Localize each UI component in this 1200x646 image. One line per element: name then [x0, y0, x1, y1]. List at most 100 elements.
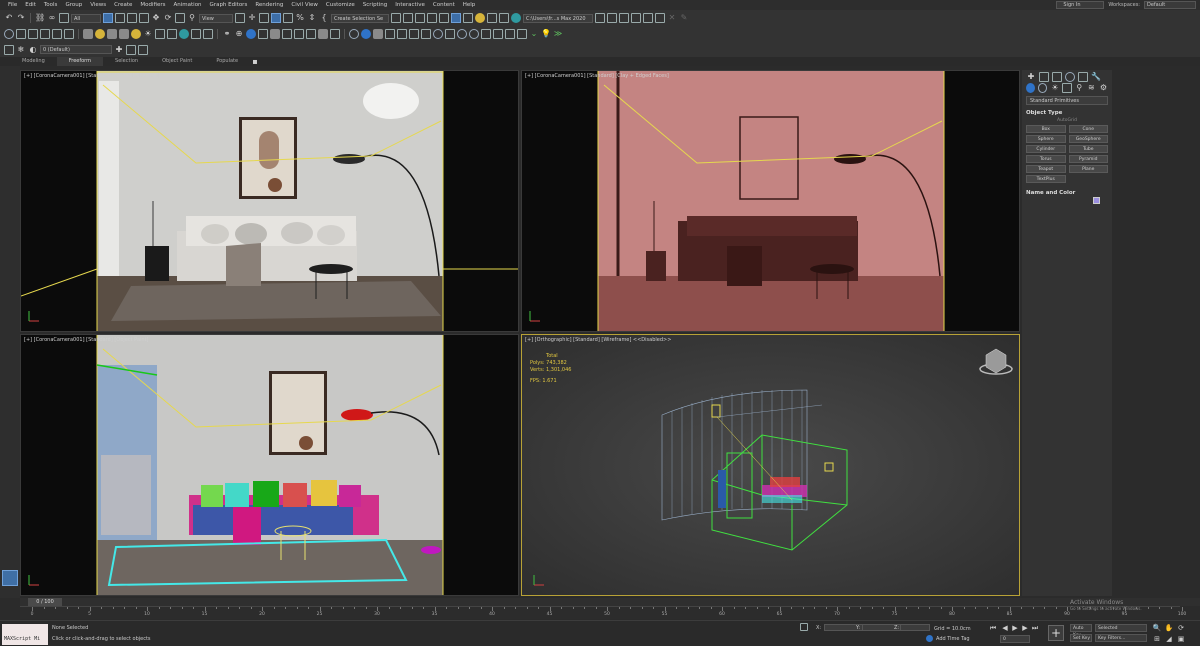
vfb-icon[interactable]: [385, 29, 395, 39]
decal-icon[interactable]: [191, 29, 201, 39]
z-coordinate-field[interactable]: [900, 624, 930, 631]
key-selection-dropdown[interactable]: Selected: [1095, 624, 1147, 632]
cameras-icon[interactable]: [1062, 83, 1072, 93]
current-frame-field[interactable]: 0: [1000, 635, 1030, 643]
menu-modifiers[interactable]: Modifiers: [136, 2, 169, 8]
viewport-bottom-left[interactable]: [+] [CoronaCamera001] [Standard] [Object…: [20, 334, 519, 596]
lights-icon[interactable]: ☀: [1050, 83, 1059, 93]
pan-icon[interactable]: ✋: [1164, 623, 1174, 633]
timeline-ruler[interactable]: 0 5 10 15 20 25 30 35 40 45 50 55 60 65 70 75 80 85 90 95 10…: [20, 606, 1186, 619]
schematic-view-icon[interactable]: [463, 13, 473, 23]
tab-selection[interactable]: Selection: [103, 57, 150, 66]
tube-button[interactable]: Tube: [1068, 145, 1108, 153]
converter-2-icon[interactable]: [445, 29, 455, 39]
blend-icon[interactable]: [318, 29, 328, 39]
systems-icon[interactable]: ⚙: [1099, 83, 1108, 93]
zoom-all-icon[interactable]: ⊞: [1152, 634, 1162, 644]
crop-icon[interactable]: [505, 29, 515, 39]
disabled-tool-icon[interactable]: ✎: [679, 13, 689, 23]
undo-icon[interactable]: ↶: [4, 13, 14, 23]
lightmix-icon[interactable]: [397, 29, 407, 39]
motion-tab-icon[interactable]: [1065, 72, 1075, 82]
hide-icon[interactable]: ◐: [28, 45, 38, 55]
viewport-layout-icon[interactable]: [2, 570, 18, 586]
denoise-icon[interactable]: [373, 29, 383, 39]
menu-scripting[interactable]: Scripting: [359, 2, 391, 8]
menu-group[interactable]: Group: [61, 2, 86, 8]
menu-content[interactable]: Content: [429, 2, 459, 8]
window-crossing-icon[interactable]: [139, 13, 149, 23]
menu-customize[interactable]: Customize: [322, 2, 359, 8]
cylinder-button[interactable]: Cylinder: [1026, 145, 1066, 153]
open-file-icon[interactable]: [619, 13, 629, 23]
set-current-layer-icon[interactable]: [138, 44, 148, 55]
geometry-icon[interactable]: [1026, 83, 1036, 93]
sync-icon[interactable]: [631, 13, 641, 23]
torus-button[interactable]: Torus: [1026, 155, 1066, 163]
link-icon[interactable]: ⛓: [35, 13, 45, 23]
goto-end-icon[interactable]: ⏭: [1030, 623, 1040, 633]
current-layer-dropdown[interactable]: 0 (Default): [40, 45, 112, 54]
rendered-frame-window-icon[interactable]: [499, 13, 509, 23]
extra-tools-icon[interactable]: ✕: [667, 13, 677, 23]
frame-tool-icon[interactable]: [40, 29, 50, 39]
render-production-icon[interactable]: [511, 13, 521, 23]
set-key-button[interactable]: Set Key: [1070, 634, 1092, 642]
camera-icon[interactable]: [155, 29, 165, 39]
mesh-tool-icon[interactable]: [270, 29, 280, 39]
sphere-tool-icon[interactable]: [4, 29, 14, 39]
select-in-layer-icon[interactable]: [126, 44, 136, 55]
bulb-icon[interactable]: 💡: [541, 29, 551, 39]
proxy-icon[interactable]: [167, 29, 177, 39]
object-color-swatch[interactable]: [1093, 197, 1100, 204]
toggle-ribbon-icon[interactable]: [439, 13, 449, 23]
project-folder-icon[interactable]: [595, 13, 605, 23]
orbit-icon[interactable]: ⟳: [1176, 623, 1186, 633]
next-frame-icon[interactable]: ▶: [1020, 623, 1030, 633]
sign-in-button[interactable]: Sign In: [1056, 1, 1105, 9]
compare-icon[interactable]: [421, 29, 431, 39]
time-slider-handle[interactable]: 0 / 100: [28, 598, 62, 606]
hierarchy-tab-icon[interactable]: [1052, 72, 1062, 82]
cylinder-light-icon[interactable]: [107, 29, 117, 39]
textplus-button[interactable]: TextPlus: [1026, 175, 1066, 183]
pyramid-button[interactable]: Pyramid: [1068, 155, 1108, 163]
workspace-select[interactable]: Default: [1144, 1, 1196, 9]
tab-modeling[interactable]: Modeling: [10, 57, 57, 66]
menu-graph-editors[interactable]: Graph Editors: [206, 2, 252, 8]
goto-start-icon[interactable]: ⏮: [988, 623, 998, 633]
sun-icon[interactable]: [131, 29, 141, 39]
curve-editor-icon[interactable]: [451, 13, 461, 23]
region-icon[interactable]: [493, 29, 503, 39]
fov-icon[interactable]: ◢: [1164, 634, 1174, 644]
rectangular-selection-icon[interactable]: [127, 13, 137, 23]
named-selection-sets-dropdown[interactable]: Create Selection Se: [331, 13, 389, 23]
primitive-category-dropdown[interactable]: Standard Primitives: [1026, 96, 1108, 105]
double-chevron-icon[interactable]: ≫: [553, 29, 563, 39]
uvw-icon[interactable]: [306, 29, 316, 39]
texture-icon[interactable]: [294, 29, 304, 39]
blowup-icon[interactable]: [517, 29, 527, 39]
chevron-down-icon[interactable]: ⌄: [529, 29, 539, 39]
viewport-label[interactable]: [+] [Orthographic] [Standard] [Wireframe…: [525, 337, 671, 343]
modify-tab-icon[interactable]: [1039, 72, 1049, 82]
autogrid-checkbox[interactable]: AutoGrid: [1026, 118, 1108, 125]
cone-button[interactable]: Cone: [1068, 125, 1108, 133]
helpers-icon[interactable]: ⚲: [1075, 83, 1084, 93]
reference-coordinate-dropdown[interactable]: View: [199, 13, 233, 23]
selection-filter-dropdown[interactable]: All: [71, 13, 101, 23]
layer-manager-icon[interactable]: [4, 44, 14, 55]
toggle-scene-explorer-icon[interactable]: [415, 13, 425, 23]
menu-file[interactable]: File: [4, 2, 21, 8]
tile-map-icon[interactable]: [282, 29, 292, 39]
converter-icon[interactable]: [258, 29, 268, 39]
mirror-icon[interactable]: [391, 13, 401, 23]
scale-icon[interactable]: [175, 13, 185, 23]
menu-help[interactable]: Help: [459, 2, 480, 8]
viewport-top-left[interactable]: [+] [CoronaCamera001] [Standard] [Defaul…: [20, 70, 519, 332]
time-tag-icon[interactable]: [926, 635, 933, 642]
menu-create[interactable]: Create: [110, 2, 136, 8]
layered-mtl-icon[interactable]: [330, 29, 340, 39]
snaps-toggle-icon[interactable]: [271, 13, 281, 23]
previous-frame-icon[interactable]: ◀: [1000, 623, 1010, 633]
